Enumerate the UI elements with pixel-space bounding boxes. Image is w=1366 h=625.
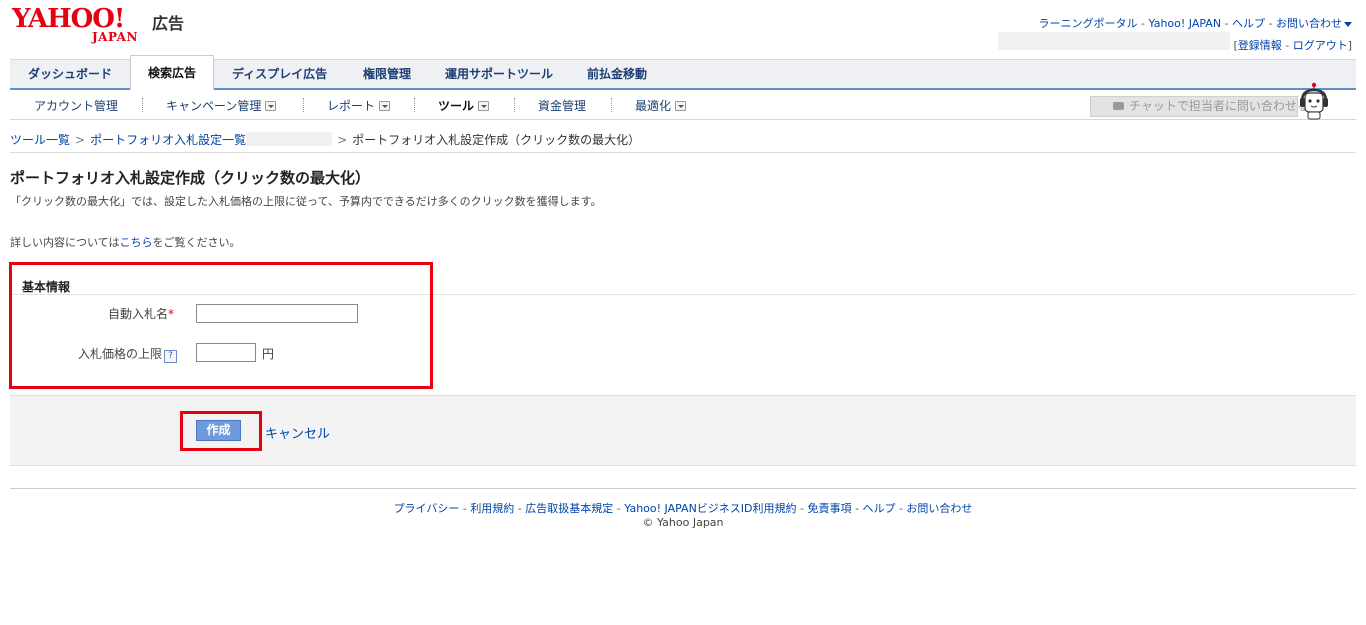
footer-help-link[interactable]: ヘルプ bbox=[862, 502, 895, 515]
learning-portal-link[interactable]: ラーニングポータル bbox=[1039, 17, 1138, 30]
link-separator: - bbox=[514, 502, 526, 515]
yahoo-ads-logo[interactable]: YAHOO! JAPAN 広告 bbox=[12, 4, 192, 44]
header-top-links: ラーニングポータル - Yahoo! JAPAN - ヘルプ - お問い合わせ bbox=[1039, 15, 1352, 31]
account-links: [登録情報 - ログアウト] bbox=[1233, 37, 1352, 53]
copyright: © Yahoo Japan bbox=[642, 516, 724, 529]
account-name-redacted bbox=[998, 32, 1230, 50]
yahoo-japan-link[interactable]: Yahoo! JAPAN bbox=[1149, 17, 1222, 30]
dropdown-arrow-icon[interactable] bbox=[265, 101, 277, 111]
breadcrumb-current: ポートフォリオ入札設定作成（クリック数の最大化） bbox=[352, 133, 641, 147]
help-link[interactable]: ヘルプ bbox=[1232, 17, 1265, 30]
subnav-item-account-management[interactable]: アカウント管理 bbox=[34, 97, 118, 114]
business-id-terms-link[interactable]: Yahoo! JAPANビジネスID利用規約 bbox=[624, 502, 796, 515]
tab-search-ads[interactable]: 検索広告 bbox=[130, 55, 215, 91]
main-nav: ダッシュボード 検索広告 ディスプレイ広告 権限管理 運用サポートツール 前払金… bbox=[10, 55, 1356, 91]
contact-link[interactable]: お問い合わせ bbox=[1276, 17, 1342, 30]
tab-prepayment-transfer[interactable]: 前払金移動 bbox=[587, 60, 647, 89]
page-description: 「クリック数の最大化」では、設定した入札価格の上限に従って、予算内でできるだけ多… bbox=[10, 195, 602, 208]
more-info-suffix: をご覧ください。 bbox=[152, 236, 241, 249]
highlight-box-create-button bbox=[180, 411, 262, 451]
subnav-separator bbox=[303, 98, 304, 112]
link-separator: - bbox=[1265, 17, 1276, 30]
chat-bubble-icon bbox=[1113, 102, 1124, 110]
breadcrumb: ツール一覧 > ポートフォリオ入札設定一覧 > ポートフォリオ入札設定作成（クリック数の… bbox=[10, 131, 640, 148]
breadcrumb-portfolio-list-link[interactable]: ポートフォリオ入札設定一覧 bbox=[90, 133, 246, 147]
link-separator: - bbox=[851, 502, 863, 515]
cancel-link[interactable]: キャンセル bbox=[265, 423, 330, 442]
link-separator: - bbox=[1281, 39, 1293, 52]
chat-support-label: チャットで担当者に問い合わせる bbox=[1129, 99, 1309, 113]
subnav-item-tools[interactable]: ツール bbox=[438, 97, 490, 114]
ad-policy-link[interactable]: 広告取扱基本規定 bbox=[525, 502, 613, 515]
subnav-separator bbox=[611, 98, 612, 112]
dropdown-arrow-icon[interactable] bbox=[478, 101, 490, 111]
subnav-item-label: キャンペーン管理 bbox=[166, 99, 262, 113]
more-info-prefix: 詳しい内容については bbox=[10, 236, 120, 249]
chat-support-button[interactable]: チャットで担当者に問い合わせる bbox=[1090, 96, 1309, 117]
breadcrumb-separator: > bbox=[75, 133, 86, 147]
logo-yahoo-text: YAHOO! bbox=[12, 4, 125, 34]
footer-contact-link[interactable]: お問い合わせ bbox=[906, 502, 972, 515]
highlight-box-basic-info bbox=[9, 262, 433, 389]
logo-japan-text: JAPAN bbox=[92, 30, 138, 44]
subnav-item-report[interactable]: レポート bbox=[327, 97, 391, 114]
divider bbox=[10, 152, 1356, 153]
subnav-item-funds-management[interactable]: 資金管理 bbox=[538, 97, 586, 114]
breadcrumb-separator: > bbox=[337, 133, 348, 147]
page-title: ポートフォリオ入札設定作成（クリック数の最大化） bbox=[10, 169, 371, 187]
chevron-down-icon[interactable] bbox=[1344, 21, 1352, 27]
breadcrumb-tools-link[interactable]: ツール一覧 bbox=[10, 133, 70, 147]
link-separator: - bbox=[1221, 17, 1233, 30]
subnav-item-label: 資金管理 bbox=[538, 99, 587, 113]
disclaimer-link[interactable]: 免責事項 bbox=[807, 502, 851, 515]
support-mascot-icon[interactable] bbox=[1298, 82, 1330, 120]
subnav-separator bbox=[142, 98, 143, 112]
subnav-item-campaign-management[interactable]: キャンペーン管理 bbox=[166, 97, 277, 114]
tab-display-ads[interactable]: ディスプレイ広告 bbox=[232, 60, 327, 89]
privacy-link[interactable]: プライバシー bbox=[394, 502, 460, 515]
subnav-item-label: ツール bbox=[438, 99, 475, 113]
link-separator: - bbox=[613, 502, 625, 515]
logout-link[interactable]: ログアウト bbox=[1293, 39, 1348, 52]
terms-link[interactable]: 利用規約 bbox=[470, 502, 514, 515]
tab-dashboard[interactable]: ダッシュボード bbox=[28, 60, 112, 89]
more-info-link[interactable]: こちら bbox=[119, 236, 152, 249]
dropdown-arrow-icon[interactable] bbox=[379, 101, 391, 111]
divider bbox=[10, 488, 1356, 489]
link-separator: - bbox=[895, 502, 907, 515]
subnav-item-label: レポート bbox=[327, 99, 376, 113]
bracket-close: ] bbox=[1347, 39, 1352, 52]
tab-support-tools[interactable]: 運用サポートツール bbox=[445, 60, 553, 89]
subnav-item-label: アカウント管理 bbox=[34, 99, 119, 113]
subnav-item-optimization[interactable]: 最適化 bbox=[635, 97, 687, 114]
link-separator: - bbox=[459, 502, 471, 515]
subnav-separator bbox=[414, 98, 415, 112]
tab-permissions[interactable]: 権限管理 bbox=[363, 60, 411, 89]
logo-ad-text: 広告 bbox=[152, 14, 185, 33]
link-separator: - bbox=[796, 502, 808, 515]
dropdown-arrow-icon[interactable] bbox=[675, 101, 687, 111]
subnav-separator bbox=[514, 98, 515, 112]
page-more-info: 詳しい内容についてはこちらをご覧ください。 bbox=[10, 234, 240, 250]
register-info-link[interactable]: 登録情報 bbox=[1238, 39, 1282, 52]
footer-links: プライバシー - 利用規約 - 広告取扱基本規定 - Yahoo! JAPANビ… bbox=[0, 500, 1366, 516]
subnav-item-label: 最適化 bbox=[635, 99, 672, 113]
link-separator: - bbox=[1137, 17, 1149, 30]
account-id-redacted bbox=[246, 132, 333, 146]
